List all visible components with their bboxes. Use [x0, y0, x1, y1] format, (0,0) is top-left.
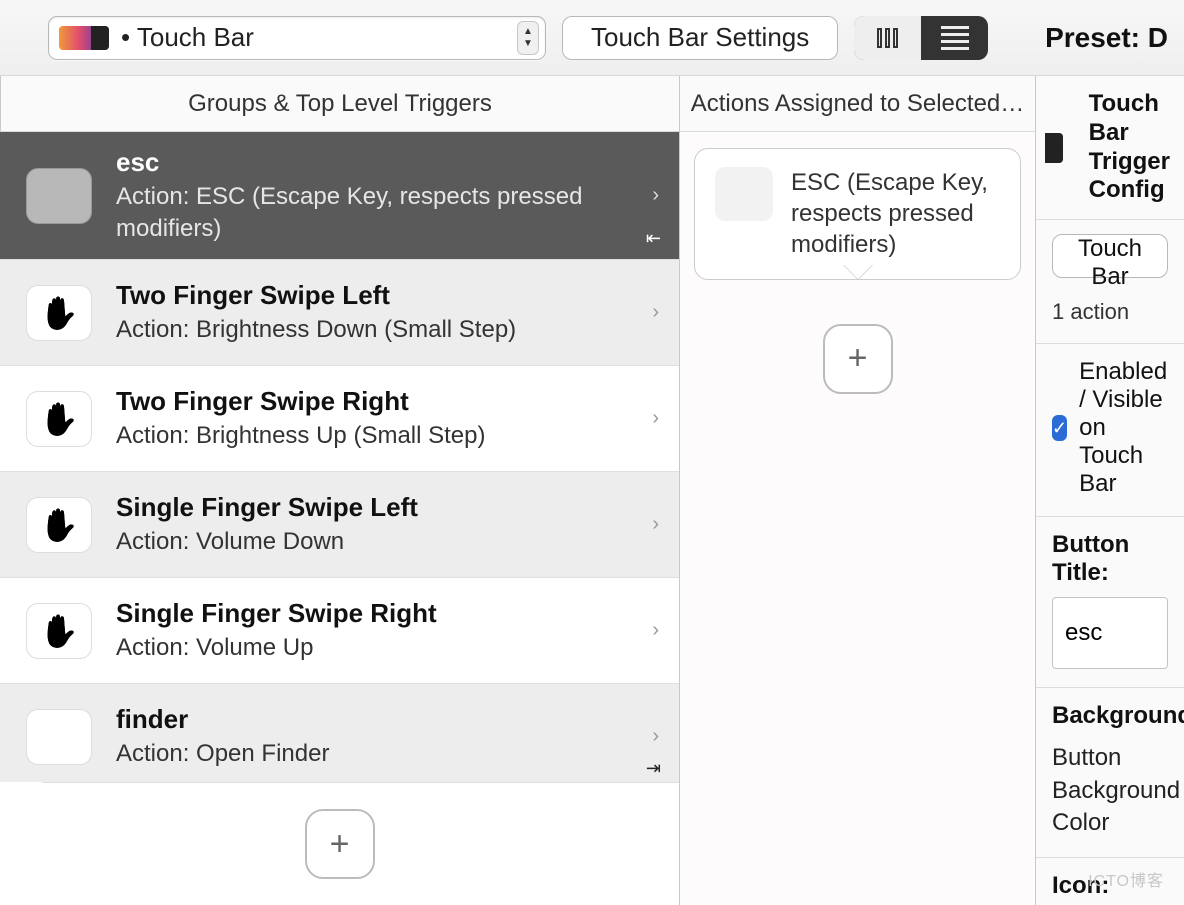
touchbar-icon [59, 26, 109, 50]
trigger-action: Action: Open Finder [116, 738, 646, 770]
add-action-area: + [680, 280, 1035, 420]
triggers-column: Groups & Top Level Triggers escAction: E… [0, 76, 680, 905]
trigger-row[interactable]: escAction: ESC (Escape Key, respects pre… [0, 132, 679, 260]
add-trigger-button[interactable]: + [305, 809, 375, 879]
enabled-label: Enabled / Visible on Touch Bar [1079, 358, 1168, 498]
config-actions-block: Touch Bar 1 action [1036, 220, 1184, 344]
trigger-title: Two Finger Swipe Right [116, 385, 646, 418]
trigger-row[interactable]: ✋ Two Finger Swipe LeftAction: Brightness… [0, 260, 679, 366]
scope-label: • Touch Bar [121, 22, 254, 53]
button-icon [26, 709, 92, 765]
trigger-action: Action: Volume Down [116, 526, 646, 558]
hand-icon: ✋ [26, 603, 92, 659]
button-title-label: Button Title: [1052, 531, 1168, 587]
chevron-down-icon: ▼ [523, 39, 533, 49]
trigger-row[interactable]: ✋ Two Finger Swipe RightAction: Brightnes… [0, 366, 679, 472]
columns-icon [877, 28, 898, 48]
trigger-title: esc [116, 146, 646, 179]
enabled-checkbox-row[interactable]: ✓ Enabled / Visible on Touch Bar [1052, 358, 1168, 498]
chevron-up-icon: ▲ [523, 27, 533, 37]
background-body: Button Background Color [1052, 742, 1168, 839]
stepper-icon[interactable]: ▲ ▼ [517, 21, 539, 55]
config-header: Touch Bar Trigger Config [1036, 76, 1184, 220]
actions-header: Actions Assigned to Selected… [680, 76, 1035, 132]
touchbar-preview-button[interactable]: Touch Bar [1052, 234, 1168, 278]
chevron-right-icon: › [652, 619, 659, 642]
hand-icon: ✋ [26, 497, 92, 553]
trigger-row[interactable]: ✋ Single Finger Swipe RightAction: Volume… [0, 578, 679, 684]
enabled-block: ✓ Enabled / Visible on Touch Bar [1036, 344, 1184, 517]
chevron-right-icon: › [652, 301, 659, 324]
triggers-header: Groups & Top Level Triggers [0, 76, 679, 132]
add-trigger-area: + [0, 783, 679, 905]
scope-dropdown[interactable]: • Touch Bar ▲ ▼ [48, 16, 546, 60]
chevron-right-icon: › [652, 725, 659, 748]
content: Groups & Top Level Triggers escAction: E… [0, 76, 1184, 905]
hand-icon: ✋ [26, 285, 92, 341]
touchbar-settings-button[interactable]: Touch Bar Settings [562, 16, 838, 60]
chevron-right-icon: › [652, 407, 659, 430]
actions-column: Actions Assigned to Selected… ESC (Escap… [680, 76, 1036, 905]
position-marker-icon: ⇥ [646, 758, 661, 779]
hand-icon: ✋ [26, 391, 92, 447]
trigger-action: Action: ESC (Escape Key, respects presse… [116, 181, 646, 246]
triggers-list: escAction: ESC (Escape Key, respects pre… [0, 132, 679, 782]
list-icon [941, 26, 969, 50]
trigger-title: Two Finger Swipe Left [116, 279, 646, 312]
trigger-row[interactable]: finderAction: Open Finder › ⇥ [0, 684, 679, 782]
background-label: Background [1052, 702, 1168, 730]
action-icon [715, 167, 773, 221]
trigger-title: Single Finger Swipe Left [116, 491, 646, 524]
config-column: Touch Bar Trigger Config Touch Bar 1 act… [1036, 76, 1184, 905]
trigger-title: Single Finger Swipe Right [116, 597, 646, 630]
trigger-title: finder [116, 703, 646, 736]
view-list-button[interactable] [921, 16, 988, 60]
action-text: ESC (Escape Key, respects pressed modifi… [791, 167, 1000, 261]
trigger-action: Action: Brightness Down (Small Step) [116, 314, 646, 346]
preset-label: Preset: D [1045, 22, 1168, 54]
position-marker-icon: ⇤ [646, 228, 661, 249]
background-block: Background Button Background Color [1036, 688, 1184, 858]
trigger-action: Action: Volume Up [116, 632, 646, 664]
view-mode-segmented [854, 16, 988, 60]
actions-count: 1 action [1052, 299, 1168, 325]
toolbar: • Touch Bar ▲ ▼ Touch Bar Settings Prese… [0, 0, 1184, 76]
button-icon [26, 168, 92, 224]
view-columns-button[interactable] [854, 16, 921, 60]
chevron-right-icon: › [652, 513, 659, 536]
action-card[interactable]: ESC (Escape Key, respects pressed modifi… [694, 148, 1021, 280]
add-action-button[interactable]: + [823, 324, 893, 394]
watermark: ICTO博客 [1088, 867, 1164, 891]
button-title-input[interactable] [1052, 597, 1168, 669]
button-title-block: Button Title: [1036, 517, 1184, 688]
touchbar-icon [1050, 133, 1063, 163]
config-title: Touch Bar Trigger Config [1089, 90, 1170, 205]
chevron-right-icon: › [652, 184, 659, 207]
trigger-action: Action: Brightness Up (Small Step) [116, 420, 646, 452]
trigger-row[interactable]: ✋ Single Finger Swipe LeftAction: Volume … [0, 472, 679, 578]
checkbox-checked-icon: ✓ [1052, 415, 1067, 441]
